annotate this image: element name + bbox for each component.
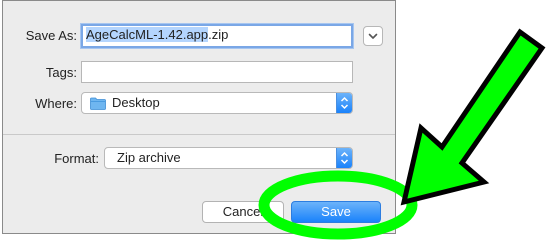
filename-extension-text: .zip <box>208 27 229 42</box>
filename-selected-text: AgeCalcML-1.42.app <box>86 27 209 42</box>
chevron-down-icon <box>368 33 378 39</box>
divider <box>3 134 395 135</box>
arrow-icon <box>400 28 546 206</box>
save-dialog: Save As: AgeCalcML-1.42.app.zip Tags: Wh… <box>2 0 396 234</box>
save-button[interactable]: Save <box>291 201 381 223</box>
where-value: Desktop <box>112 95 160 110</box>
where-label: Where: <box>35 96 77 111</box>
where-popup[interactable]: Desktop <box>81 92 353 114</box>
popup-arrows-icon <box>336 93 352 113</box>
folder-icon <box>90 97 106 110</box>
tags-label: Tags: <box>45 65 77 80</box>
filename-field[interactable]: AgeCalcML-1.42.app.zip <box>81 24 353 48</box>
expand-dialog-button[interactable] <box>363 26 383 46</box>
format-popup[interactable]: Zip archive <box>104 147 353 169</box>
popup-arrows-icon <box>336 148 352 168</box>
save-as-label: Save As: <box>25 28 77 43</box>
tags-field[interactable] <box>81 61 353 83</box>
cancel-button[interactable]: Cancel <box>202 201 284 223</box>
format-value: Zip archive <box>117 150 181 165</box>
format-label: Format: <box>54 151 99 166</box>
